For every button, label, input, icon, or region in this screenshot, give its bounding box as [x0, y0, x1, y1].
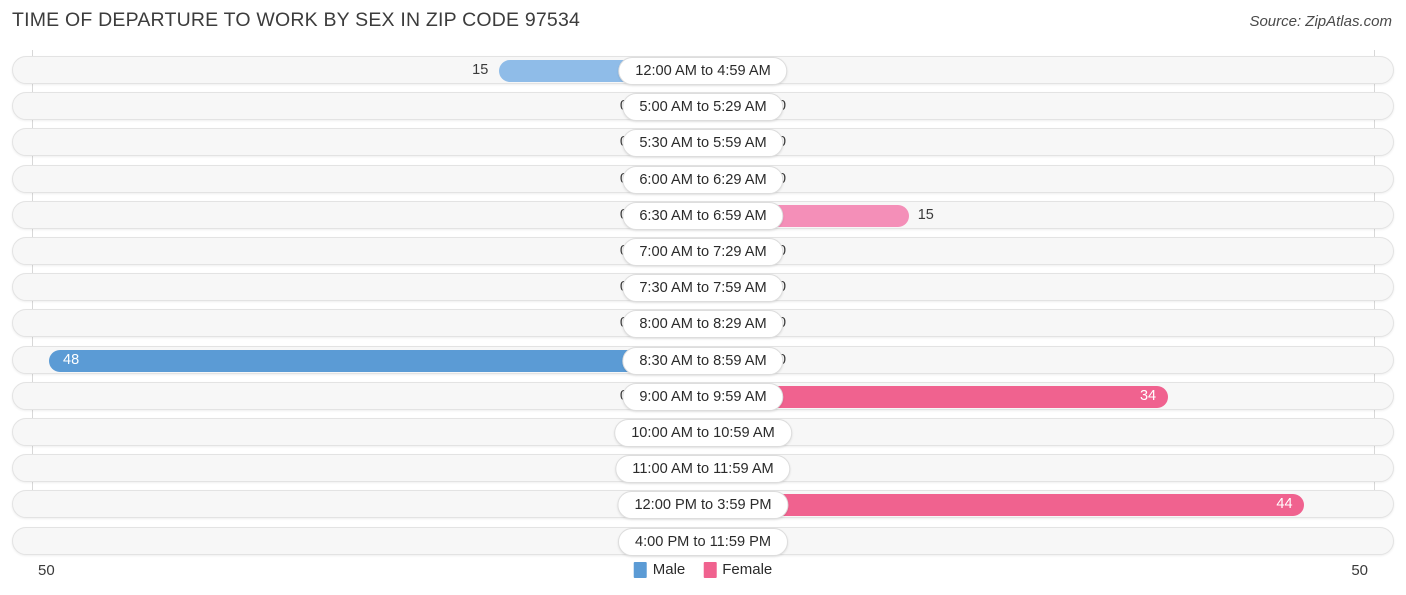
- category-label: 6:30 AM to 6:59 AM: [622, 201, 784, 230]
- category-label: 11:00 AM to 11:59 AM: [615, 455, 791, 484]
- chart-plot-area: 15012:00 AM to 4:59 AM 005:00 AM to 5:29 …: [0, 50, 1406, 558]
- category-label: 5:30 AM to 5:59 AM: [622, 129, 784, 158]
- category-label: 8:00 AM to 8:29 AM: [622, 310, 784, 339]
- table-row[interactable]: 008:00 AM to 8:29 AM: [12, 309, 1394, 339]
- category-label: 9:00 AM to 9:59 AM: [622, 382, 784, 411]
- category-label: 8:30 AM to 8:59 AM: [622, 346, 784, 375]
- table-row[interactable]: 15012:00 AM to 4:59 AM: [12, 56, 1394, 85]
- value-label-male: 15: [472, 62, 489, 78]
- page-title: TIME OF DEPARTURE TO WORK BY SEX IN ZIP …: [12, 9, 581, 31]
- category-label: 12:00 AM to 4:59 AM: [618, 57, 788, 85]
- chart-footer: 50 50 Male Female: [0, 556, 1406, 595]
- axis-tick-left: 50: [38, 562, 55, 579]
- legend-label-female: Female: [722, 561, 773, 578]
- value-label-male: 48: [63, 351, 80, 368]
- chart-page: TIME OF DEPARTURE TO WORK BY SEX IN ZIP …: [0, 0, 1406, 595]
- category-label: 7:30 AM to 7:59 AM: [622, 274, 784, 303]
- table-row[interactable]: 0349:00 AM to 9:59 AM: [12, 381, 1394, 411]
- category-label: 5:00 AM to 5:29 AM: [622, 93, 784, 122]
- table-row[interactable]: 004:00 PM to 11:59 PM: [12, 526, 1394, 556]
- category-label: 7:00 AM to 7:29 AM: [622, 238, 784, 266]
- table-row[interactable]: 005:30 AM to 5:59 AM: [12, 128, 1394, 158]
- table-row[interactable]: 4808:30 AM to 8:59 AM: [12, 345, 1394, 375]
- table-row[interactable]: 04412:00 PM to 3:59 PM: [12, 490, 1394, 520]
- category-label: 6:00 AM to 6:29 AM: [622, 165, 784, 194]
- table-row[interactable]: 0011:00 AM to 11:59 AM: [12, 454, 1394, 484]
- legend-item-male[interactable]: Male: [633, 561, 686, 578]
- category-label: 12:00 PM to 3:59 PM: [617, 491, 789, 520]
- axis-tick-right: 50: [1351, 562, 1368, 579]
- table-row[interactable]: 007:00 AM to 7:29 AM: [12, 237, 1394, 266]
- source-attribution: Source: ZipAtlas.com: [1249, 13, 1392, 30]
- category-label: 10:00 AM to 10:59 AM: [614, 419, 792, 447]
- legend-swatch-female-icon: [703, 561, 717, 578]
- category-label: 4:00 PM to 11:59 PM: [617, 527, 789, 556]
- value-label-female: 34: [1139, 387, 1157, 404]
- bar-female[interactable]: [704, 494, 1305, 517]
- legend-label-male: Male: [652, 561, 686, 578]
- bar-male[interactable]: [49, 349, 704, 372]
- chart-legend: Male Female: [633, 561, 772, 578]
- value-label-female: 15: [917, 206, 934, 223]
- table-row[interactable]: 0156:30 AM to 6:59 AM: [12, 200, 1394, 230]
- table-row[interactable]: 005:00 AM to 5:29 AM: [12, 92, 1394, 122]
- legend-swatch-male-icon: [633, 561, 647, 578]
- table-row[interactable]: 006:00 AM to 6:29 AM: [12, 164, 1394, 194]
- table-row[interactable]: 0010:00 AM to 10:59 AM: [12, 418, 1394, 447]
- legend-item-female[interactable]: Female: [703, 561, 772, 578]
- table-row[interactable]: 007:30 AM to 7:59 AM: [12, 273, 1394, 303]
- value-label-female: 44: [1276, 496, 1293, 513]
